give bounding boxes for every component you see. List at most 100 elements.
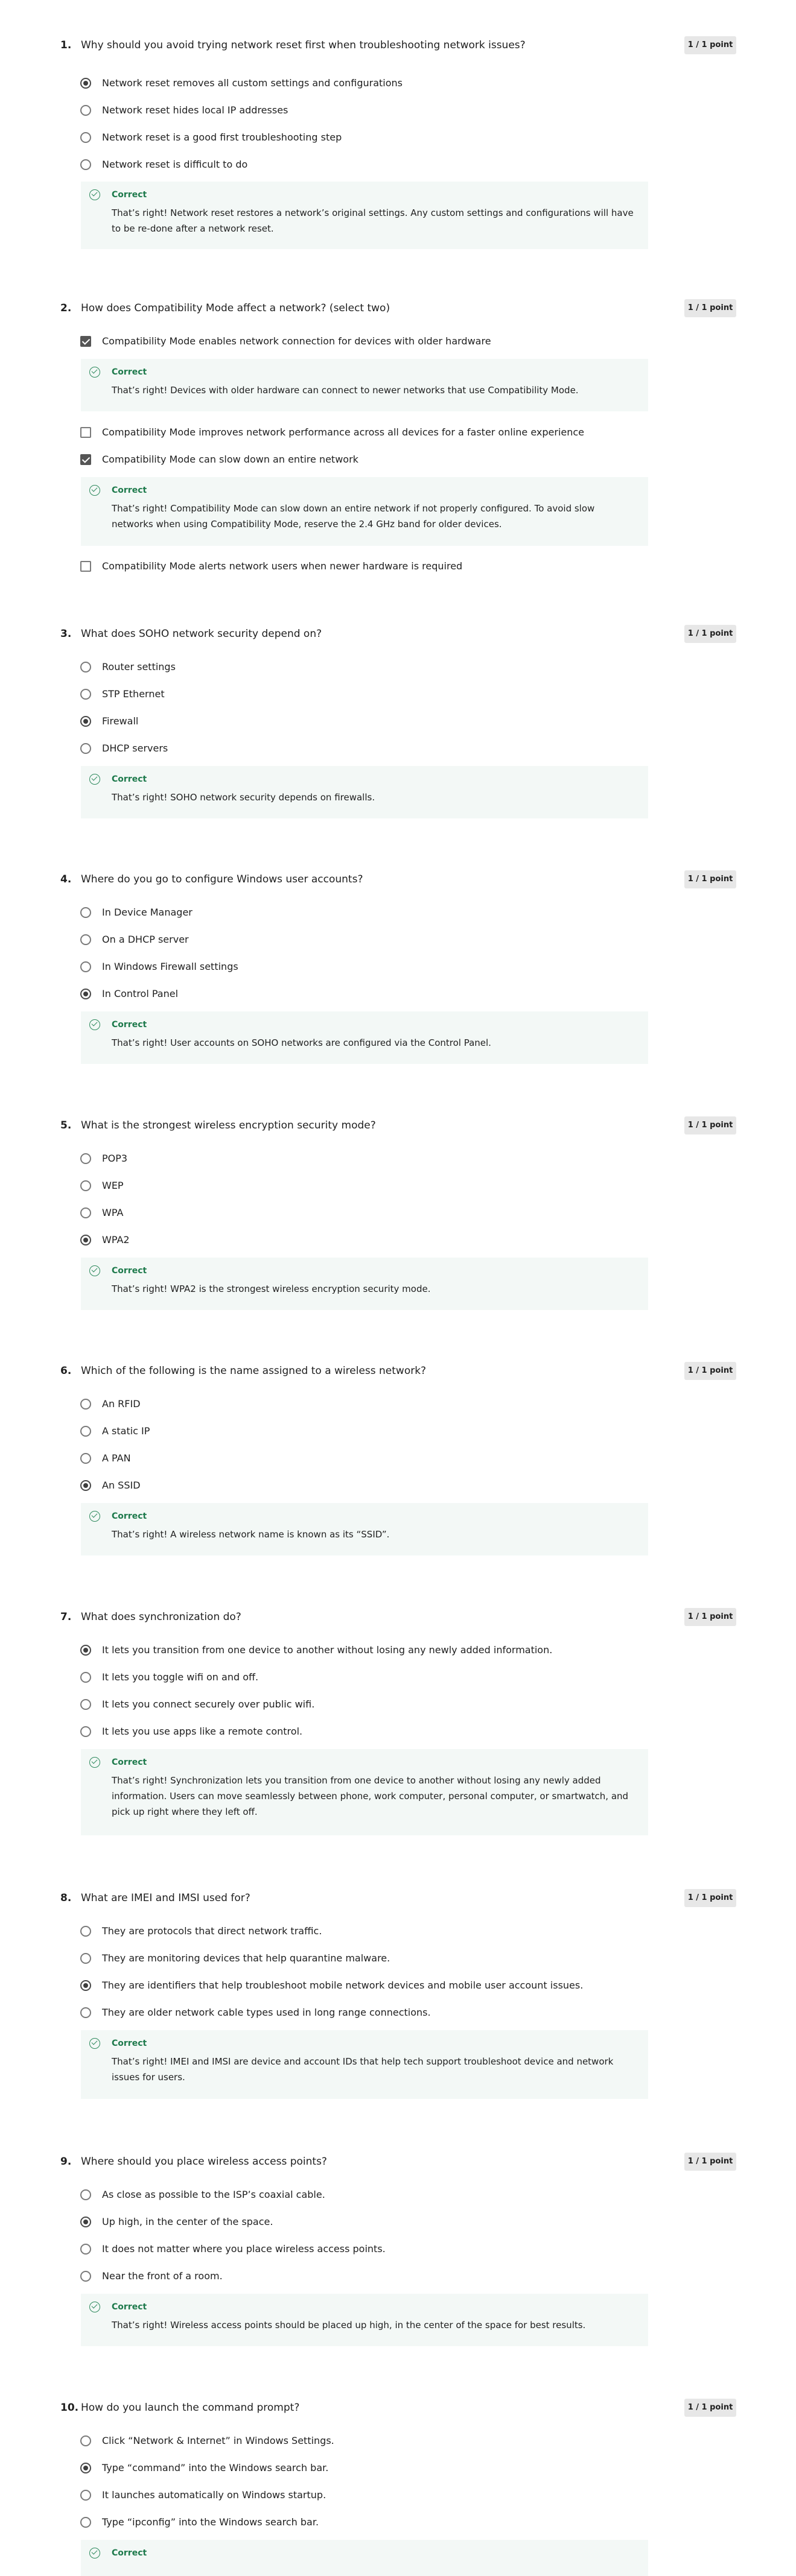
check-circle-icon: [89, 189, 100, 200]
answer-radio[interactable]: [80, 132, 91, 143]
check-circle-icon: [89, 2038, 100, 2049]
answer-radio[interactable]: [80, 1726, 91, 1737]
question-number: 8.: [60, 1892, 72, 1904]
answer-radio[interactable]: [80, 1672, 91, 1683]
answer-label: DHCP servers: [102, 742, 168, 754]
answer-label: Network reset hides local IP addresses: [102, 104, 288, 116]
answer-checkbox[interactable]: [80, 427, 91, 438]
feedback-title: Correct: [112, 1758, 147, 1767]
answer-label: Click “Network & Internet” in Windows Se…: [102, 2435, 334, 2446]
check-circle-icon: [89, 2548, 100, 2559]
answer-radio[interactable]: [80, 2007, 91, 2018]
answer-label: In Windows Firewall settings: [102, 961, 238, 972]
answer-radio[interactable]: [80, 1207, 91, 1218]
check-circle-icon: [89, 1757, 100, 1768]
answer-label: It lets you transition from one device t…: [102, 1644, 553, 1656]
answer-label: Up high, in the center of the space.: [102, 2216, 273, 2227]
check-circle-icon: [89, 2302, 100, 2312]
answer-radio[interactable]: [80, 2271, 91, 2282]
feedback-box: Correct That’s right! Devices with older …: [81, 359, 648, 411]
check-circle-icon: [89, 485, 100, 496]
question-number: 6.: [60, 1365, 72, 1377]
feedback-text: That’s right! Synchronization lets you t…: [112, 1775, 629, 1817]
answer-label: They are protocols that direct network t…: [102, 1925, 322, 1937]
points-badge: 1 / 1 point: [684, 2153, 736, 2171]
answer-radio[interactable]: [80, 689, 91, 700]
points-badge: 1 / 1 point: [684, 1362, 736, 1380]
feedback-title: Correct: [112, 1266, 147, 1276]
answer-radio[interactable]: [80, 2463, 91, 2473]
answer-radio[interactable]: [80, 1980, 91, 1991]
answer-radio[interactable]: [80, 716, 91, 727]
feedback-title: Correct: [112, 2548, 147, 2558]
check-circle-icon: [89, 367, 100, 378]
answer-checkbox[interactable]: [80, 454, 91, 465]
points-badge: 1 / 1 point: [684, 299, 736, 317]
feedback-box: Correct That’s right! Network reset resto…: [81, 182, 648, 249]
answer-radio[interactable]: [80, 2217, 91, 2227]
answer-radio[interactable]: [80, 1645, 91, 1656]
feedback-box: Correct That’s right! IMEI and IMSI are d…: [81, 2030, 648, 2099]
answer-radio[interactable]: [80, 1399, 91, 1410]
answer-radio[interactable]: [80, 105, 91, 116]
answer-label: POP3: [102, 1153, 128, 1164]
question-number: 3.: [60, 628, 72, 640]
feedback-text: That’s right! SOHO network security depe…: [112, 792, 375, 803]
answer-radio[interactable]: [80, 1180, 91, 1191]
answer-radio[interactable]: [80, 2517, 91, 2528]
answer-radio[interactable]: [80, 907, 91, 918]
answer-radio[interactable]: [80, 1453, 91, 1464]
answer-radio[interactable]: [80, 989, 91, 999]
answer-radio[interactable]: [80, 2189, 91, 2200]
answer-label: A PAN: [102, 1452, 131, 1464]
check-circle-icon: [89, 774, 100, 785]
answer-radio[interactable]: [80, 1235, 91, 1245]
points-badge: 1 / 1 point: [684, 1608, 736, 1626]
answer-radio[interactable]: [80, 1153, 91, 1164]
question-number: 2.: [60, 302, 72, 314]
answer-label: It lets you toggle wifi on and off.: [102, 1671, 259, 1683]
answer-label: Compatibility Mode can slow down an enti…: [102, 454, 358, 465]
check-circle-icon: [89, 1511, 100, 1522]
answer-radio[interactable]: [80, 1926, 91, 1937]
question-text: What does synchronization do?: [81, 1611, 241, 1623]
points-badge: 1 / 1 point: [684, 870, 736, 888]
question-text: What does SOHO network security depend o…: [81, 628, 322, 640]
answer-radio[interactable]: [80, 743, 91, 754]
answer-radio[interactable]: [80, 934, 91, 945]
answer-checkbox[interactable]: [80, 561, 91, 572]
answer-radio[interactable]: [80, 961, 91, 972]
feedback-box: Correct That’s right! A wireless network …: [81, 1503, 648, 1555]
answer-label: An RFID: [102, 1398, 141, 1410]
feedback-box: Correct: [81, 2540, 648, 2576]
feedback-text: That’s right! Devices with older hardwar…: [112, 385, 579, 396]
answer-radio[interactable]: [80, 78, 91, 89]
answer-radio[interactable]: [80, 1953, 91, 1964]
points-badge: 1 / 1 point: [684, 625, 736, 643]
answer-radio[interactable]: [80, 2244, 91, 2255]
answer-radio[interactable]: [80, 1480, 91, 1491]
question-number: 5.: [60, 1119, 72, 1131]
question-number: 1.: [60, 39, 72, 51]
points-badge: 1 / 1 point: [684, 1889, 736, 1907]
question-text: How does Compatibility Mode affect a net…: [81, 302, 390, 314]
answer-radio[interactable]: [80, 1699, 91, 1710]
question-text: Where do you go to configure Windows use…: [81, 873, 363, 885]
answer-radio[interactable]: [80, 2490, 91, 2501]
answer-checkbox[interactable]: [80, 336, 91, 347]
answer-label: Compatibility Mode alerts network users …: [102, 560, 463, 572]
answer-radio[interactable]: [80, 2435, 91, 2446]
answer-label: They are older network cable types used …: [102, 2007, 431, 2018]
answer-radio[interactable]: [80, 1426, 91, 1437]
feedback-title: Correct: [112, 2302, 147, 2312]
answer-radio[interactable]: [80, 662, 91, 672]
question-text: Which of the following is the name assig…: [81, 1365, 427, 1377]
points-badge: 1 / 1 point: [684, 2399, 736, 2417]
feedback-box: Correct That’s right! User accounts on SO…: [81, 1011, 648, 1064]
answer-radio[interactable]: [80, 159, 91, 170]
feedback-text: That’s right! A wireless network name is…: [112, 1529, 390, 1540]
feedback-text: That’s right! IMEI and IMSI are device a…: [112, 2056, 614, 2083]
feedback-box: Correct That’s right! Synchronization let…: [81, 1749, 648, 1835]
answer-label: They are monitoring devices that help qu…: [102, 1952, 390, 1964]
answer-label: They are identifiers that help troublesh…: [102, 1979, 584, 1991]
